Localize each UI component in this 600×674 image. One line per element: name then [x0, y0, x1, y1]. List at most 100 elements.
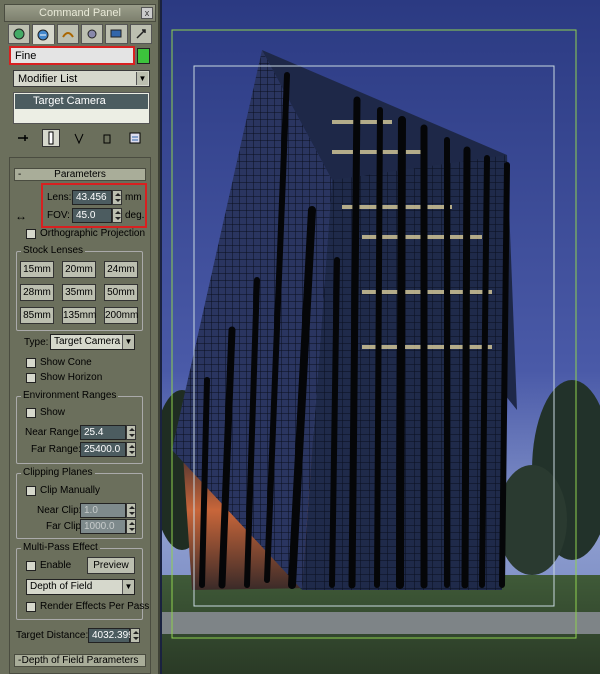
far-clip-label: Far Clip: [46, 521, 84, 532]
make-unique-button[interactable] [70, 129, 88, 147]
stack-item-target-camera[interactable]: Target Camera [15, 94, 148, 109]
clip-manually-checkbox[interactable] [26, 486, 36, 496]
chevron-down-icon: ▼ [122, 335, 134, 349]
make-unique-icon [74, 133, 84, 145]
close-icon[interactable]: x [141, 7, 153, 19]
far-clip-value: 1000.0 [84, 521, 115, 532]
display-icon [110, 29, 122, 38]
env-show-label: Show [40, 407, 66, 418]
create-icon [13, 28, 25, 40]
camera-type-value: Target Camera [54, 336, 121, 347]
orthographic-label: Orthographic Projection [40, 228, 146, 239]
multi-pass-effect-group: Multi-Pass Effect Enable Preview Depth o… [16, 542, 149, 620]
tab-motion[interactable] [80, 24, 104, 44]
show-horizon-checkbox[interactable] [26, 373, 36, 383]
show-cone-checkbox[interactable] [26, 358, 36, 368]
depth-of-field-rollout-header[interactable]: - Depth of Field Parameters [14, 654, 146, 667]
chevron-down-icon: ▼ [122, 580, 134, 594]
lens-135mm-button[interactable]: 135mm [62, 307, 96, 324]
command-panel: Command Panel x Fine Modifier List ▼ Tar… [0, 0, 160, 674]
configure-icon [129, 132, 141, 144]
near-range-label: Near Range: [25, 427, 82, 438]
lens-24mm-button[interactable]: 24mm [104, 261, 138, 278]
show-end-result-button[interactable] [42, 129, 60, 147]
near-clip-spinner[interactable]: 1.0 [80, 503, 136, 518]
lens-20mm-button[interactable]: 20mm [62, 261, 96, 278]
lens-200mm-button[interactable]: 200mm [104, 307, 138, 324]
camera-viewport[interactable] [162, 0, 600, 674]
lens-15mm-button[interactable]: 15mm [20, 261, 54, 278]
spinner-arrows-icon[interactable] [126, 442, 136, 457]
spinner-arrows-icon[interactable] [126, 519, 136, 534]
utilities-icon [136, 29, 146, 39]
effect-value: Depth of Field [30, 581, 93, 592]
stock-lenses-group: Stock Lenses 15mm 20mm 24mm 28mm 35mm 50… [16, 245, 143, 331]
far-range-label: Far Range: [31, 444, 82, 455]
env-show-checkbox[interactable] [26, 408, 36, 418]
near-range-value: 25.4 [84, 427, 104, 438]
tree-right-2 [497, 465, 567, 575]
stock-lenses-title: Stock Lenses [21, 245, 86, 256]
parameters-title: Parameters [54, 169, 106, 180]
target-distance-label: Target Distance: [16, 630, 89, 641]
stack-toolbar [14, 128, 150, 148]
spinner-arrows-icon[interactable] [126, 503, 136, 518]
lens-35mm-button[interactable]: 35mm [62, 284, 96, 301]
far-range-spinner[interactable]: 25400.0 [80, 442, 136, 457]
tab-utilities[interactable] [129, 24, 152, 44]
camera-type-dropdown[interactable]: Target Camera ▼ [50, 334, 135, 350]
far-clip-spinner[interactable]: 1000.0 [80, 519, 136, 534]
panel-title-text: Command Panel [39, 7, 121, 19]
modifier-stack: Target Camera [13, 92, 150, 124]
path [162, 612, 600, 634]
render-effects-per-pass-checkbox[interactable] [26, 602, 36, 612]
target-distance-value: 4032.399 [92, 630, 134, 641]
clipping-planes-group: Clipping Planes Clip Manually Near Clip:… [16, 467, 143, 539]
lens-50mm-button[interactable]: 50mm [104, 284, 138, 301]
modifier-list-label: Modifier List [18, 73, 78, 85]
object-name-input[interactable]: Fine [9, 46, 135, 65]
command-panel-title[interactable]: Command Panel x [4, 4, 156, 22]
modifier-list-dropdown[interactable]: Modifier List ▼ [13, 70, 150, 87]
lens-fov-highlight-box [41, 183, 147, 228]
depth-of-field-title: Depth of Field Parameters [21, 655, 139, 666]
pin-stack-button[interactable] [14, 129, 32, 147]
effect-dropdown[interactable]: Depth of Field ▼ [26, 579, 135, 595]
chevron-down-icon: ▼ [136, 72, 148, 85]
enable-multipass-checkbox[interactable] [26, 561, 36, 571]
pin-icon [18, 135, 28, 141]
tab-create[interactable] [8, 24, 31, 44]
configure-sets-button[interactable] [126, 129, 144, 147]
collapse-icon: - [18, 169, 22, 180]
lens-28mm-button[interactable]: 28mm [20, 284, 54, 301]
viewport-render [162, 0, 600, 674]
spinner-arrows-icon[interactable] [126, 425, 136, 440]
enable-multipass-label: Enable [40, 560, 72, 571]
tab-display[interactable] [105, 24, 128, 44]
remove-modifier-button[interactable] [98, 129, 116, 147]
parameters-rollout-header[interactable]: - Parameters [14, 168, 146, 181]
modify-icon [37, 29, 49, 40]
object-color-swatch[interactable] [137, 48, 150, 64]
hierarchy-icon [61, 32, 74, 38]
end-result-icon [48, 131, 54, 145]
near-range-spinner[interactable]: 25.4 [80, 425, 136, 440]
clip-manually-label: Clip Manually [40, 485, 101, 496]
motion-icon [87, 29, 97, 39]
target-distance-spinner[interactable]: 4032.399 [88, 628, 140, 643]
show-cone-label: Show Cone [40, 357, 92, 368]
tab-hierarchy[interactable] [56, 24, 79, 44]
near-clip-value: 1.0 [84, 505, 98, 516]
show-horizon-label: Show Horizon [40, 372, 103, 383]
type-label: Type: [24, 337, 49, 348]
orthographic-checkbox[interactable] [26, 229, 36, 239]
collapse-icon: - [18, 655, 22, 666]
lens-85mm-button[interactable]: 85mm [20, 307, 54, 324]
tab-modify[interactable] [32, 24, 55, 44]
command-tabs [8, 24, 152, 44]
environment-ranges-title: Environment Ranges [21, 390, 119, 401]
fov-direction-icon[interactable]: ↔ [15, 209, 27, 223]
near-clip-label: Near Clip: [37, 505, 82, 516]
spinner-arrows-icon[interactable] [130, 628, 140, 643]
preview-button[interactable]: Preview [87, 557, 135, 574]
